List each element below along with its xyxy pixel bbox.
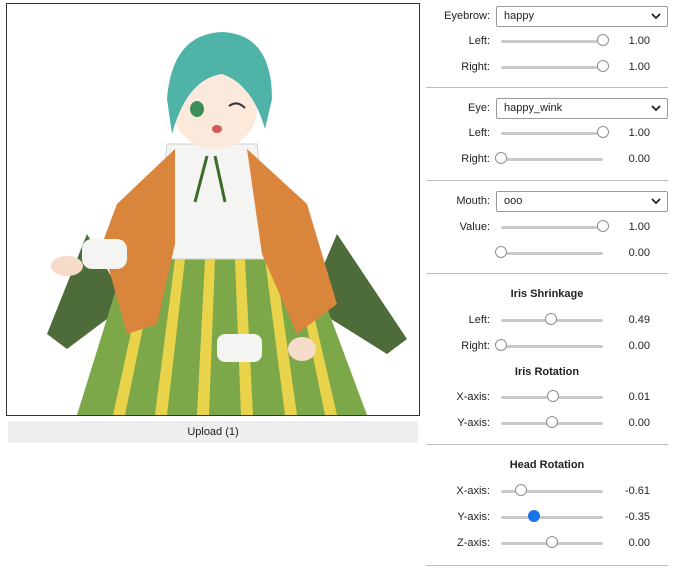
iris-shrinkage-left-label: Left: bbox=[468, 314, 490, 326]
slider-thumb[interactable] bbox=[495, 246, 507, 258]
eyebrow-right-value: 1.00 bbox=[628, 61, 650, 73]
iris-rotation-y-slider[interactable] bbox=[501, 416, 603, 430]
iris-rotation-heading: Iris Rotation bbox=[514, 366, 580, 378]
slider-thumb[interactable] bbox=[528, 510, 541, 522]
eyebrow-selected-value: happy bbox=[504, 10, 534, 22]
head-rotation-z-row: Z-axis: 0.00 bbox=[426, 532, 668, 554]
control-panel: Eyebrow: happy Left: 1.00 Right: 1.00 Ey… bbox=[426, 0, 668, 573]
iris-shrinkage-left-slider[interactable] bbox=[501, 313, 603, 327]
head-rotation-z-value: 0.00 bbox=[628, 537, 650, 549]
head-rotation-y-slider[interactable] bbox=[501, 510, 603, 524]
head-rotation-x-slider[interactable] bbox=[501, 484, 603, 498]
eyebrow-row: Eyebrow: happy bbox=[426, 5, 668, 27]
eyebrow-label: Eyebrow: bbox=[444, 10, 490, 22]
iris-rotation-y-value: 0.00 bbox=[628, 417, 650, 429]
iris-shrinkage-left-value: 0.49 bbox=[628, 314, 650, 326]
character-image bbox=[6, 3, 420, 416]
slider-thumb[interactable] bbox=[597, 60, 609, 72]
slider-thumb[interactable] bbox=[597, 220, 609, 232]
mouth-row: Mouth: ooo bbox=[426, 190, 668, 212]
upload-button[interactable]: Upload (1) bbox=[8, 421, 418, 443]
eye-left-label: Left: bbox=[468, 127, 490, 139]
eye-right-slider[interactable] bbox=[495, 152, 603, 166]
iris-rotation-x-label: X-axis: bbox=[456, 391, 490, 403]
eyebrow-left-slider[interactable] bbox=[501, 34, 609, 48]
eye-right-label: Right: bbox=[461, 153, 490, 165]
iris-rotation-x-value: 0.01 bbox=[628, 391, 650, 403]
iris-rotation-y-row: Y-axis: 0.00 bbox=[426, 412, 668, 434]
slider-thumb[interactable] bbox=[495, 152, 507, 164]
mouth-selected-value: ooo bbox=[504, 195, 523, 207]
eye-select[interactable]: happy_wink bbox=[496, 97, 668, 119]
head-rotation-x-row: X-axis: -0.61 bbox=[426, 480, 668, 502]
eyebrow-right-row: Right: 1.00 bbox=[426, 56, 668, 78]
eyebrow-right-label: Right: bbox=[461, 61, 490, 73]
eyebrow-left-value: 1.00 bbox=[628, 35, 650, 47]
eye-right-row: Right: 0.00 bbox=[426, 148, 668, 170]
iris-shrinkage-right-row: Right: 0.00 bbox=[426, 335, 668, 357]
iris-shrinkage-left-row: Left: 0.49 bbox=[426, 309, 668, 331]
mouth-value1-row: Value: 1.00 bbox=[426, 216, 668, 238]
mouth-label: Mouth: bbox=[456, 195, 490, 207]
head-rotation-z-slider[interactable] bbox=[501, 536, 603, 550]
eye-left-row: Left: 1.00 bbox=[426, 122, 668, 144]
iris-rotation-x-row: X-axis: 0.01 bbox=[426, 386, 668, 408]
iris-shrinkage-right-value: 0.00 bbox=[628, 340, 650, 352]
slider-thumb[interactable] bbox=[546, 536, 558, 548]
head-rotation-heading: Head Rotation bbox=[509, 459, 585, 471]
slider-thumb[interactable] bbox=[495, 339, 507, 351]
section-divider bbox=[426, 180, 668, 181]
section-divider bbox=[426, 87, 668, 88]
iris-shrinkage-right-slider[interactable] bbox=[495, 339, 603, 353]
eye-right-value: 0.00 bbox=[628, 153, 650, 165]
section-divider bbox=[426, 444, 668, 445]
mouth-value1-label: Value: bbox=[459, 221, 490, 233]
slider-thumb[interactable] bbox=[597, 34, 609, 46]
slider-thumb[interactable] bbox=[546, 416, 558, 428]
iris-rotation-y-label: Y-axis: bbox=[457, 417, 490, 429]
iris-shrinkage-heading: Iris Shrinkage bbox=[510, 288, 584, 300]
eye-row: Eye: happy_wink bbox=[426, 97, 668, 119]
head-rotation-x-value: -0.61 bbox=[624, 485, 650, 497]
section-divider bbox=[426, 273, 668, 274]
iris-rotation-x-slider[interactable] bbox=[501, 390, 603, 404]
head-rotation-x-label: X-axis: bbox=[456, 485, 490, 497]
slider-thumb[interactable] bbox=[544, 313, 557, 325]
mouth-value2-row: 0.00 bbox=[426, 242, 668, 264]
chevron-down-icon bbox=[651, 197, 661, 204]
mouth-value2-value: 0.00 bbox=[628, 247, 650, 259]
eyebrow-left-row: Left: 1.00 bbox=[426, 30, 668, 52]
head-rotation-z-label: Z-axis: bbox=[457, 537, 490, 549]
mouth-value1-value: 1.00 bbox=[628, 221, 650, 233]
mouth-select[interactable]: ooo bbox=[496, 190, 668, 212]
section-divider bbox=[426, 565, 668, 566]
head-rotation-y-row: Y-axis: -0.35 bbox=[426, 506, 668, 528]
eye-selected-value: happy_wink bbox=[504, 102, 563, 114]
eye-left-slider[interactable] bbox=[501, 126, 609, 140]
eyebrow-left-label: Left: bbox=[468, 35, 490, 47]
slider-thumb[interactable] bbox=[597, 126, 609, 138]
slider-thumb[interactable] bbox=[514, 484, 527, 496]
head-rotation-y-value: -0.35 bbox=[624, 511, 650, 523]
chevron-down-icon bbox=[651, 104, 661, 111]
eye-label: Eye: bbox=[467, 102, 490, 114]
mouth-value2-slider[interactable] bbox=[495, 246, 603, 260]
character-illustration bbox=[7, 4, 419, 415]
eye-left-value: 1.00 bbox=[628, 127, 650, 139]
mouth-value1-slider[interactable] bbox=[501, 220, 609, 234]
iris-shrinkage-right-label: Right: bbox=[461, 340, 490, 352]
slider-thumb[interactable] bbox=[546, 390, 559, 402]
head-rotation-y-label: Y-axis: bbox=[457, 511, 490, 523]
eyebrow-right-slider[interactable] bbox=[501, 60, 609, 74]
eyebrow-select[interactable]: happy bbox=[496, 5, 668, 27]
chevron-down-icon bbox=[651, 12, 661, 19]
